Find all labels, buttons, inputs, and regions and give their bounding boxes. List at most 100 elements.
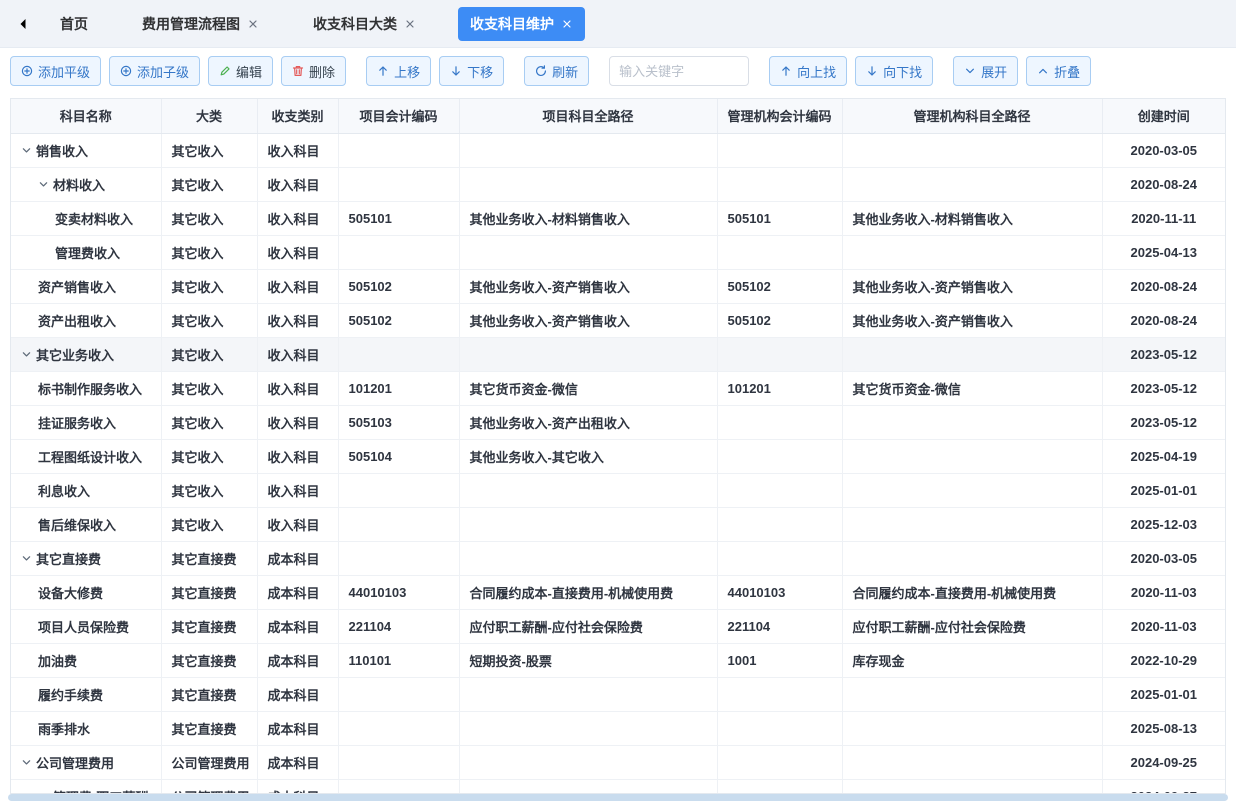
table-row[interactable]: 项目人员保险费其它直接费成本科目221104应付职工薪酬-应付社会保险费2211… — [11, 609, 1225, 643]
refresh-icon — [535, 65, 547, 77]
table-row[interactable]: 挂证服务收入其它收入收入科目505103其他业务收入-资产出租收入2023-05… — [11, 405, 1225, 439]
table-row[interactable]: 公司管理费用公司管理费用成本科目2024-09-25 — [11, 745, 1225, 779]
tab-label: 收支科目维护 — [470, 14, 554, 34]
table-row[interactable]: 利息收入其它收入收入科目2025-01-01 — [11, 473, 1225, 507]
close-icon[interactable] — [561, 18, 573, 30]
chevron-down-icon — [964, 65, 976, 77]
refresh-button[interactable]: 刷新 — [524, 56, 589, 86]
expand-group: 展开折叠 — [953, 56, 1091, 86]
project-code-cell: 44010103 — [338, 575, 459, 609]
project-path-cell: 其他业务收入-资产销售收入 — [459, 303, 717, 337]
table-row[interactable]: 材料收入其它收入收入科目2020-08-24 — [11, 167, 1225, 201]
subject-name-cell: 销售收入 — [11, 133, 161, 167]
org-code-cell — [717, 507, 842, 541]
chevron-down-icon[interactable] — [21, 553, 32, 564]
project-code-cell: 505103 — [338, 405, 459, 439]
back-chevron-icon[interactable] — [12, 13, 34, 35]
type-cell: 收入科目 — [257, 473, 338, 507]
table-row[interactable]: 标书制作服务收入其它收入收入科目101201其它货币资金-微信101201其它货… — [11, 371, 1225, 405]
created-cell: 2020-11-03 — [1102, 575, 1225, 609]
tab-0[interactable]: 首页 — [48, 7, 100, 41]
table-row[interactable]: 资产出租收入其它收入收入科目505102其他业务收入-资产销售收入505102其… — [11, 303, 1225, 337]
table-row[interactable]: 设备大修费其它直接费成本科目44010103合同履约成本-直接费用-机械使用费4… — [11, 575, 1225, 609]
subject-name-cell: 其它业务收入 — [11, 337, 161, 371]
find-down-label: 向下找 — [883, 62, 922, 81]
project-path-cell — [459, 541, 717, 575]
add-sibling-button[interactable]: 添加平级 — [10, 56, 101, 86]
column-header-5: 管理机构会计编码 — [717, 99, 842, 133]
find-up-button[interactable]: 向上找 — [769, 56, 847, 86]
chevron-down-icon[interactable] — [38, 179, 49, 190]
table-row[interactable]: 管理费-职工薪酬公司管理费用成本科目2024-09-27 — [11, 779, 1225, 794]
table-row[interactable]: 变卖材料收入其它收入收入科目505101其他业务收入-材料销售收入505101其… — [11, 201, 1225, 235]
chevron-down-icon[interactable] — [21, 145, 32, 156]
expand-label: 展开 — [981, 62, 1007, 81]
tab-3[interactable]: 收支科目维护 — [458, 7, 585, 41]
category-cell: 其它收入 — [161, 473, 257, 507]
org-code-cell: 101201 — [717, 371, 842, 405]
org-path-cell: 应付职工薪酬-应付社会保险费 — [842, 609, 1102, 643]
arrow-up-icon — [780, 65, 792, 77]
org-code-cell — [717, 133, 842, 167]
category-cell: 其它收入 — [161, 133, 257, 167]
arrow-down-icon — [450, 65, 462, 77]
table-row[interactable]: 资产销售收入其它收入收入科目505102其他业务收入-资产销售收入505102其… — [11, 269, 1225, 303]
close-icon[interactable] — [247, 18, 259, 30]
subject-name-cell: 标书制作服务收入 — [11, 371, 161, 405]
created-cell: 2024-09-27 — [1102, 779, 1225, 794]
move-down-button[interactable]: 下移 — [439, 56, 504, 86]
table-row[interactable]: 雨季排水其它直接费成本科目2025-08-13 — [11, 711, 1225, 745]
keyword-search-input[interactable] — [609, 56, 749, 86]
arrow-down-icon — [866, 65, 878, 77]
org-path-cell — [842, 711, 1102, 745]
org-code-cell — [717, 337, 842, 371]
table-row[interactable]: 加油费其它直接费成本科目110101短期投资-股票1001库存现金2022-10… — [11, 643, 1225, 677]
collapse-button[interactable]: 折叠 — [1026, 56, 1091, 86]
table-row[interactable]: 销售收入其它收入收入科目2020-03-05 — [11, 133, 1225, 167]
project-code-cell: 505102 — [338, 303, 459, 337]
org-path-cell: 其他业务收入-资产销售收入 — [842, 303, 1102, 337]
move-up-button[interactable]: 上移 — [366, 56, 431, 86]
category-cell: 其它收入 — [161, 167, 257, 201]
created-cell: 2022-10-29 — [1102, 643, 1225, 677]
org-path-cell — [842, 745, 1102, 779]
table-row[interactable]: 履约手续费其它直接费成本科目2025-01-01 — [11, 677, 1225, 711]
add-child-button[interactable]: 添加子级 — [109, 56, 200, 86]
org-code-cell — [717, 677, 842, 711]
project-path-cell — [459, 745, 717, 779]
close-icon[interactable] — [404, 18, 416, 30]
edit-button[interactable]: 编辑 — [208, 56, 273, 86]
type-cell: 收入科目 — [257, 269, 338, 303]
add-child-label: 添加子级 — [137, 62, 189, 81]
tab-label: 收支科目大类 — [313, 14, 397, 34]
type-cell: 成本科目 — [257, 779, 338, 794]
table-row[interactable]: 售后维保收入其它收入收入科目2025-12-03 — [11, 507, 1225, 541]
delete-button[interactable]: 删除 — [281, 56, 346, 86]
chevron-down-icon[interactable] — [21, 349, 32, 360]
table-row[interactable]: 其它直接费其它直接费成本科目2020-03-05 — [11, 541, 1225, 575]
subject-name: 管理费-职工薪酬 — [53, 787, 148, 795]
created-cell: 2020-08-24 — [1102, 269, 1225, 303]
expand-button[interactable]: 展开 — [953, 56, 1018, 86]
project-path-cell — [459, 507, 717, 541]
org-path-cell: 其它货币资金-微信 — [842, 371, 1102, 405]
org-path-cell: 其他业务收入-资产销售收入 — [842, 269, 1102, 303]
subject-name-cell: 资产销售收入 — [11, 269, 161, 303]
add-sibling-label: 添加平级 — [38, 62, 90, 81]
tab-1[interactable]: 费用管理流程图 — [130, 7, 271, 41]
subject-name: 加油费 — [38, 651, 77, 670]
table-row[interactable]: 管理费收入其它收入收入科目2025-04-13 — [11, 235, 1225, 269]
org-path-cell: 库存现金 — [842, 643, 1102, 677]
table-row[interactable]: 其它业务收入其它收入收入科目2023-05-12 — [11, 337, 1225, 371]
plus-circle-icon — [21, 65, 33, 77]
subject-name-cell: 工程图纸设计收入 — [11, 439, 161, 473]
table-row[interactable]: 工程图纸设计收入其它收入收入科目505104其他业务收入-其它收入2025-04… — [11, 439, 1225, 473]
column-header-3: 项目会计编码 — [338, 99, 459, 133]
horizontal-scrollbar[interactable] — [8, 794, 1228, 801]
project-path-cell — [459, 779, 717, 794]
tab-2[interactable]: 收支科目大类 — [301, 7, 428, 41]
find-down-button[interactable]: 向下找 — [855, 56, 933, 86]
org-code-cell: 1001 — [717, 643, 842, 677]
chevron-down-icon[interactable] — [21, 757, 32, 768]
subject-name-cell: 雨季排水 — [11, 711, 161, 745]
